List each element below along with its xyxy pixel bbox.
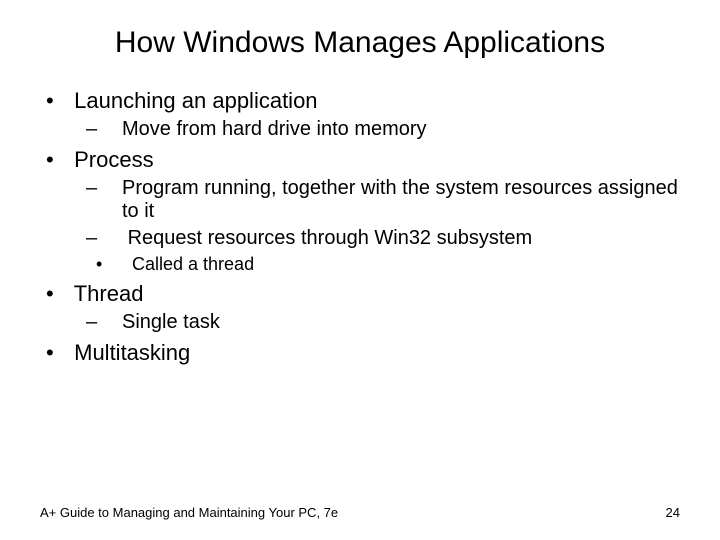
bullet-item: Thread Single task [68, 281, 680, 334]
slide-title: How Windows Manages Applications [40, 26, 680, 60]
bullet-text: Move from hard drive into memory [122, 118, 427, 140]
bullet-text: Called a thread [132, 254, 254, 274]
bullet-text: Multitasking [74, 340, 190, 365]
footer-source: A+ Guide to Managing and Maintaining You… [40, 505, 338, 520]
bullet-text: Launching an application [74, 88, 317, 113]
sub-sub-bullet-item: Called a thread [150, 254, 680, 275]
bullet-text: Thread [74, 281, 144, 306]
footer: A+ Guide to Managing and Maintaining You… [40, 505, 680, 520]
bullet-text: Process [74, 147, 153, 172]
sub-bullet-item: Move from hard drive into memory [104, 118, 680, 141]
page-number: 24 [666, 505, 680, 520]
sub-bullet-item: Request resources through Win32 subsyste… [104, 227, 680, 275]
bullet-item: Process Program running, together with t… [68, 147, 680, 275]
bullet-text: Single task [122, 311, 220, 333]
bullet-text: Program running, together with the syste… [122, 177, 678, 222]
bullet-text: Request resources through Win32 subsyste… [128, 227, 533, 249]
bullet-list: Launching an application Move from hard … [40, 88, 680, 366]
bullet-item: Launching an application Move from hard … [68, 88, 680, 141]
slide: How Windows Manages Applications Launchi… [0, 0, 720, 540]
bullet-item: Multitasking [68, 340, 680, 366]
sub-bullet-item: Single task [104, 311, 680, 334]
sub-bullet-item: Program running, together with the syste… [104, 177, 680, 223]
